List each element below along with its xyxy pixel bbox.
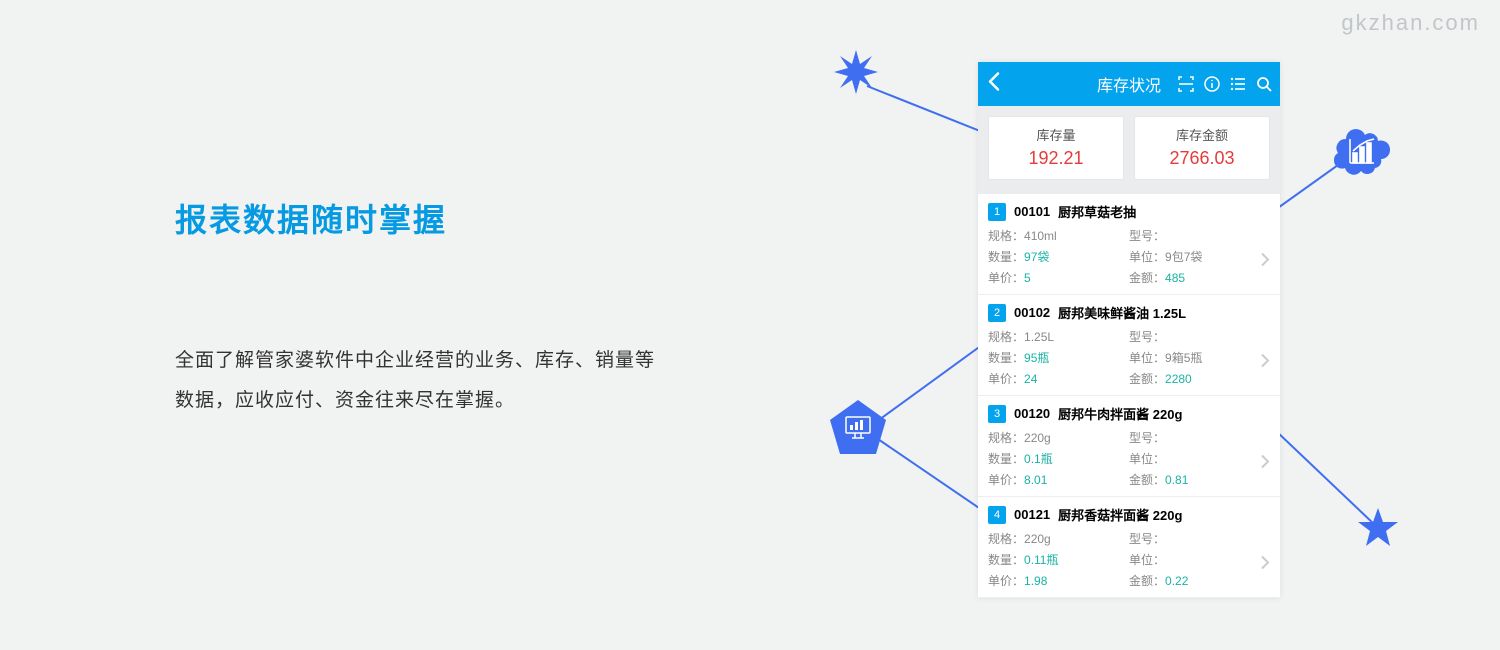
item-unit: 9箱5瓶 <box>1165 351 1202 365</box>
item-index-badge: 2 <box>988 304 1006 322</box>
phone-mockup: 库存状况 <box>978 62 1280 598</box>
item-amount: 0.22 <box>1165 574 1188 588</box>
item-price: 1.98 <box>1024 574 1047 588</box>
chevron-right-icon <box>1260 453 1270 472</box>
star-icon <box>1358 508 1398 553</box>
item-spec: 1.25L <box>1024 330 1054 344</box>
item-name: 厨邦草菇老抽 <box>1058 202 1136 221</box>
item-amount: 2280 <box>1165 372 1192 386</box>
item-list: 1 00101 厨邦草菇老抽 规格：410ml 型号： 数量：97袋 单位：9包… <box>978 194 1280 598</box>
inventory-item[interactable]: 1 00101 厨邦草菇老抽 规格：410ml 型号： 数量：97袋 单位：9包… <box>978 194 1280 295</box>
stock-amount-card[interactable]: 库存金额 2766.03 <box>1134 116 1270 180</box>
pentagon-monitor-icon <box>830 400 886 456</box>
item-spec: 410ml <box>1024 229 1057 243</box>
cloud-chart-icon <box>1330 125 1394 182</box>
list-icon[interactable] <box>1230 76 1246 92</box>
item-price: 24 <box>1024 372 1037 386</box>
chevron-right-icon <box>1260 352 1270 371</box>
stock-qty-card[interactable]: 库存量 192.21 <box>988 116 1124 180</box>
item-qty: 0.1瓶 <box>1024 452 1053 466</box>
connector-line-mid-top <box>872 345 992 440</box>
watermark-text: gkzhan.com <box>1341 10 1480 36</box>
item-code: 00101 <box>1014 204 1050 219</box>
item-index-badge: 1 <box>988 203 1006 221</box>
chevron-right-icon <box>1260 251 1270 270</box>
stock-qty-value: 192.21 <box>989 148 1123 169</box>
item-name: 厨邦美味鲜酱油 1.25L <box>1058 303 1186 322</box>
inventory-item[interactable]: 3 00120 厨邦牛肉拌面酱 220g 规格：220g 型号： 数量：0.1瓶… <box>978 396 1280 497</box>
summary-row: 库存量 192.21 库存金额 2766.03 <box>978 106 1280 194</box>
item-amount: 0.81 <box>1165 473 1188 487</box>
item-qty: 97袋 <box>1024 250 1049 264</box>
item-code: 00121 <box>1014 507 1050 522</box>
item-name: 厨邦牛肉拌面酱 220g <box>1058 404 1182 423</box>
item-code: 00102 <box>1014 305 1050 320</box>
description-text: 全面了解管家婆软件中企业经营的业务、库存、销量等数据，应收应付、资金往来尽在掌握… <box>175 341 655 421</box>
item-spec: 220g <box>1024 431 1051 445</box>
item-qty: 0.11瓶 <box>1024 553 1058 567</box>
stock-amount-value: 2766.03 <box>1135 148 1269 169</box>
info-icon[interactable] <box>1204 76 1220 92</box>
item-index-badge: 4 <box>988 506 1006 524</box>
chevron-right-icon <box>1260 554 1270 573</box>
connector-line-mid-bot <box>872 430 992 520</box>
scan-icon[interactable] <box>1178 76 1194 92</box>
main-heading: 报表数据随时掌握 <box>175 195 655 241</box>
item-amount: 485 <box>1165 271 1185 285</box>
stock-qty-label: 库存量 <box>989 125 1123 144</box>
back-icon[interactable] <box>988 72 1000 97</box>
item-price: 5 <box>1024 271 1031 285</box>
app-header: 库存状况 <box>978 62 1280 106</box>
inventory-item[interactable]: 4 00121 厨邦香菇拌面酱 220g 规格：220g 型号： 数量：0.11… <box>978 497 1280 598</box>
inventory-item[interactable]: 2 00102 厨邦美味鲜酱油 1.25L 规格：1.25L 型号： 数量：95… <box>978 295 1280 396</box>
item-qty: 95瓶 <box>1024 351 1049 365</box>
item-price: 8.01 <box>1024 473 1047 487</box>
marketing-text-block: 报表数据随时掌握 全面了解管家婆软件中企业经营的业务、库存、销量等数据，应收应付… <box>175 195 655 421</box>
header-title: 库存状况 <box>1097 72 1161 96</box>
stock-amount-label: 库存金额 <box>1135 125 1269 144</box>
item-index-badge: 3 <box>988 405 1006 423</box>
starburst-icon <box>834 50 878 99</box>
item-spec: 220g <box>1024 532 1051 546</box>
item-code: 00120 <box>1014 406 1050 421</box>
item-unit: 9包7袋 <box>1165 250 1202 264</box>
search-icon[interactable] <box>1256 76 1272 92</box>
item-name: 厨邦香菇拌面酱 220g <box>1058 505 1182 524</box>
